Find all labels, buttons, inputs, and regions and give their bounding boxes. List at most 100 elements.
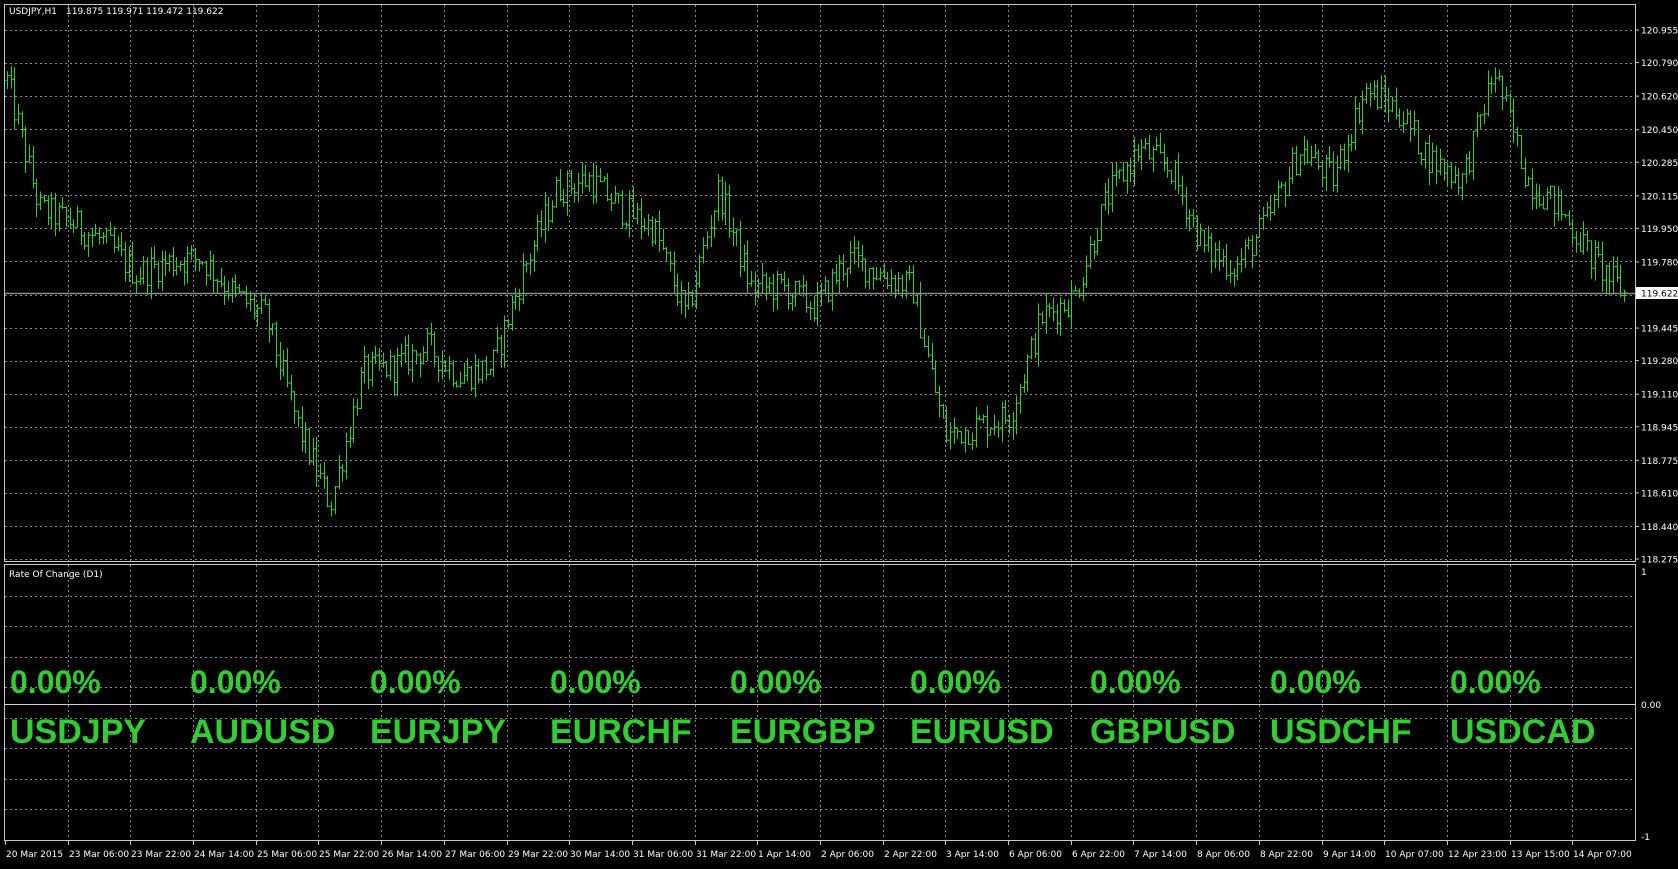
price-bar [1265, 201, 1270, 218]
price-bar [642, 218, 647, 231]
price-bar [1209, 233, 1214, 273]
price-bar [1320, 161, 1325, 187]
price-bar [134, 275, 139, 294]
price-bar [1213, 242, 1218, 269]
price-bar [893, 274, 898, 299]
price-bar [1051, 297, 1056, 322]
price-bar [922, 328, 927, 348]
price-bar [705, 231, 710, 250]
price-bar [1541, 195, 1546, 210]
price-bar [1125, 161, 1130, 194]
price-bar [675, 273, 680, 306]
price-bar [454, 380, 459, 388]
chart-canvas[interactable]: USDJPY,H1 119.875 119.971 119.472 119.62… [0, 0, 1678, 865]
price-bar [145, 257, 150, 296]
price-bar [1184, 187, 1189, 228]
price-tick-label: 119.110 [1641, 391, 1678, 401]
price-bar [955, 427, 960, 439]
price-bar [1136, 143, 1141, 162]
price-bar [1313, 143, 1318, 159]
time-tick-label: 26 Mar 14:00 [382, 850, 442, 860]
price-bar [941, 403, 946, 419]
price-bar [657, 210, 662, 252]
price-bar [1029, 336, 1034, 360]
price-bar [237, 284, 242, 294]
price-bar [1073, 285, 1078, 292]
price-bar [1092, 240, 1097, 259]
price-bar [1305, 139, 1310, 164]
price-bar [1180, 175, 1185, 206]
price-bar [333, 485, 338, 515]
price-bar [1375, 79, 1380, 110]
price-bar [1478, 114, 1483, 129]
roc-items: 0.00% USDJPY 0.00% AUDUSD 0.00% EURJPY 0.00% EU… [10, 664, 1595, 751]
price-bar [1139, 139, 1144, 171]
price-bar [1173, 159, 1178, 190]
price-bar [885, 271, 890, 290]
price-bar [1165, 156, 1170, 178]
price-bar [42, 194, 47, 203]
price-tick-label: 119.950 [1641, 225, 1678, 235]
price-bar [116, 236, 121, 252]
price-bar [20, 111, 25, 138]
price-bar [348, 427, 353, 448]
price-bar [664, 247, 669, 263]
price-bar [1589, 240, 1594, 279]
price-bar [985, 405, 990, 448]
price-bar [1246, 236, 1251, 250]
roc-change-value: 0.00% [190, 664, 281, 700]
price-bar [583, 164, 588, 188]
price-bar [767, 276, 772, 294]
price-bar [1331, 151, 1336, 192]
price-bar [506, 319, 511, 330]
price-bar [476, 358, 481, 383]
price-bar [1084, 255, 1089, 289]
price-bar [377, 347, 382, 371]
price-bar [539, 210, 544, 238]
price-bar [440, 350, 445, 380]
price-bar [222, 276, 227, 305]
price-bar [1062, 299, 1067, 313]
price-bar [1593, 240, 1598, 281]
price-bar [447, 355, 452, 380]
price-bar [101, 232, 106, 245]
price-bar [263, 296, 268, 305]
price-bar [31, 146, 36, 189]
roc-change-value: 0.00% [1090, 664, 1181, 700]
price-tick-label: 118.775 [1641, 457, 1678, 467]
price-bar [1401, 111, 1406, 133]
price-bar [554, 176, 559, 208]
price-bar [425, 327, 430, 362]
price-bar [653, 218, 658, 245]
price-bar [381, 352, 386, 368]
price-bar [1309, 145, 1314, 167]
roc-item-usdjpy: 0.00% USDJPY [10, 664, 146, 751]
price-bar [1257, 213, 1262, 238]
price-bar [1003, 399, 1008, 425]
price-bar [1390, 96, 1395, 113]
price-bar [889, 268, 894, 294]
indicator-title: Rate Of Change (D1) [9, 570, 103, 580]
price-bar [5, 71, 10, 90]
price-bar [683, 290, 688, 318]
price-bar [535, 214, 540, 252]
roc-item-eurchf: 0.00% EURCHF [550, 664, 692, 751]
price-bar [160, 250, 165, 291]
price-bar [244, 285, 249, 309]
price-bar [1342, 143, 1347, 171]
chart-window[interactable]: USDJPY,H1 119.875 119.971 119.472 119.62… [0, 0, 1678, 865]
price-bar [1416, 120, 1421, 155]
price-bar [1397, 108, 1402, 128]
price-tick-label: 118.440 [1641, 523, 1678, 533]
price-bar [1519, 135, 1524, 170]
price-bar [167, 254, 172, 272]
price-bar [9, 66, 14, 89]
price-bar [734, 229, 739, 246]
price-bar [1408, 110, 1413, 142]
price-bar [1088, 236, 1093, 269]
price-bar [1578, 232, 1583, 252]
roc-item-eurjpy: 0.00% EURJPY [370, 664, 506, 751]
main-panel-frame [4, 4, 1636, 562]
price-bar [93, 223, 98, 236]
price-tick-label: 119.780 [1641, 258, 1678, 268]
